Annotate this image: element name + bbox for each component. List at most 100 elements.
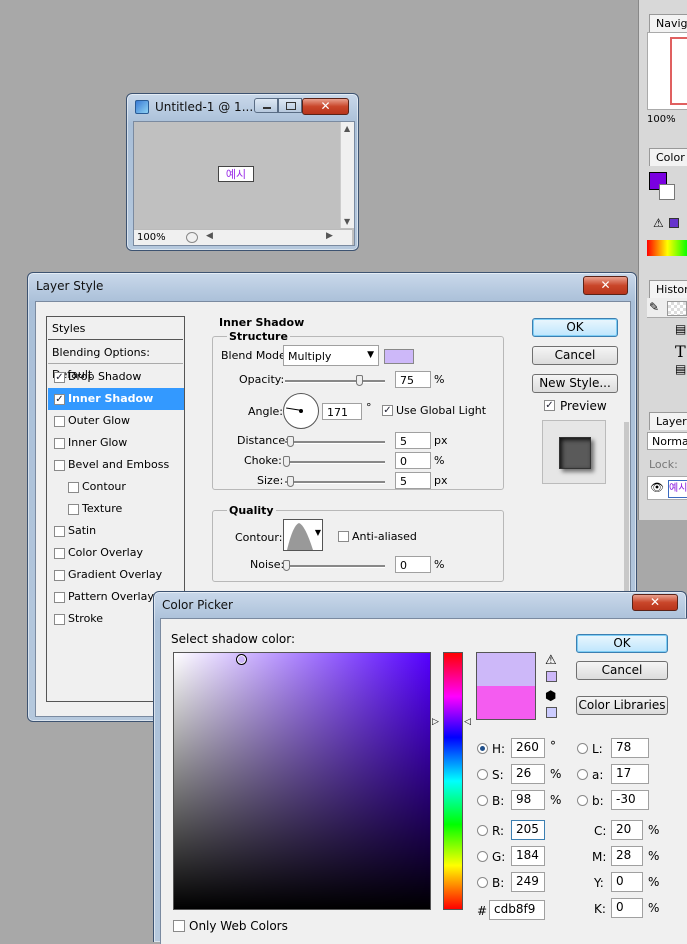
noise-slider-track[interactable]: [285, 565, 385, 568]
a-channel-input[interactable]: 17: [611, 764, 649, 784]
yellow-input[interactable]: 0: [611, 872, 643, 892]
hue-slider-right-arrow[interactable]: ◁: [464, 717, 471, 727]
saturation-input[interactable]: 26: [511, 764, 545, 784]
style-item-checkbox[interactable]: ✓: [54, 372, 65, 383]
style-item-checkbox[interactable]: [54, 592, 65, 603]
style-item[interactable]: Satin: [48, 520, 184, 542]
vertical-scrollbar[interactable]: ▲ ▼: [340, 122, 354, 228]
websafe-swatch[interactable]: [669, 218, 679, 228]
minimize-button[interactable]: [254, 98, 278, 113]
distance-input[interactable]: 5: [395, 432, 431, 449]
history-item[interactable]: ▤: [647, 322, 687, 340]
preview-checkbox[interactable]: ✓: [544, 400, 555, 411]
color-picker-dialog[interactable]: Color Picker ✕ Select shadow color: ▷ ◁ …: [153, 591, 687, 944]
navigator-view-box[interactable]: [670, 37, 687, 105]
blue-input[interactable]: 249: [511, 872, 545, 892]
history-item[interactable]: T: [647, 342, 687, 361]
a-channel-radio[interactable]: [577, 769, 588, 780]
hex-input[interactable]: cdb8f9: [489, 900, 545, 920]
history-snapshot[interactable]: ✎: [647, 298, 687, 318]
tab-layers[interactable]: Layers: [649, 412, 687, 430]
brightness-radio[interactable]: [477, 795, 488, 806]
style-item[interactable]: Contour: [48, 476, 184, 498]
hue-slider-left-arrow[interactable]: ▷: [432, 717, 439, 727]
style-item[interactable]: Outer Glow: [48, 410, 184, 432]
current-color-swatch[interactable]: [476, 686, 536, 720]
style-item-checkbox[interactable]: [54, 548, 65, 559]
style-item[interactable]: Bevel and Emboss: [48, 454, 184, 476]
scroll-left-arrow[interactable]: ◀: [206, 231, 213, 241]
color-field-cursor[interactable]: [236, 654, 247, 665]
lightness-input[interactable]: 78: [611, 738, 649, 758]
style-item-checkbox[interactable]: [68, 482, 79, 493]
green-radio[interactable]: [477, 851, 488, 862]
only-web-colors-checkbox[interactable]: [173, 920, 185, 932]
style-item[interactable]: ✓ Inner Shadow: [48, 388, 184, 410]
noise-input[interactable]: 0: [395, 556, 431, 573]
noise-slider-thumb[interactable]: [283, 560, 290, 571]
color-picker-cancel-button[interactable]: Cancel: [576, 661, 668, 680]
magenta-input[interactable]: 28: [611, 846, 643, 866]
opacity-input[interactable]: 75: [395, 371, 431, 388]
lightness-radio[interactable]: [577, 743, 588, 754]
use-global-light-checkbox[interactable]: ✓: [382, 405, 393, 416]
history-item[interactable]: ▤: [647, 362, 687, 380]
scroll-right-arrow[interactable]: ▶: [326, 231, 333, 241]
style-item[interactable]: Texture: [48, 498, 184, 520]
document-window[interactable]: Untitled-1 @ 1... ✕ 예시 ▲ ▼ 100% ◀ ▶: [126, 93, 359, 251]
hue-radio[interactable]: [477, 743, 488, 754]
layer-style-cancel-button[interactable]: Cancel: [532, 346, 618, 365]
style-item-checkbox[interactable]: [68, 504, 79, 515]
document-canvas-area[interactable]: 예시 ▲ ▼ 100% ◀ ▶: [133, 121, 355, 246]
background-color-swatch[interactable]: [659, 184, 675, 200]
black-input[interactable]: 0: [611, 898, 643, 918]
style-item-checkbox[interactable]: ✓: [54, 394, 65, 405]
web-safe-swatch[interactable]: [546, 707, 557, 718]
canvas-layer-content[interactable]: 예시: [218, 166, 254, 182]
hue-slider[interactable]: [443, 652, 463, 910]
contour-picker[interactable]: ▼: [283, 519, 323, 551]
choke-slider-thumb[interactable]: [283, 456, 290, 467]
blending-options[interactable]: Blending Options: Default: [48, 342, 183, 381]
out-of-gamut-warning-icon[interactable]: ⚠: [545, 653, 557, 668]
layer-row[interactable]: 👁 예시: [647, 476, 687, 500]
style-item-checkbox[interactable]: [54, 460, 65, 471]
layer-style-ok-button[interactable]: OK: [532, 318, 618, 337]
color-ramp[interactable]: [647, 240, 687, 256]
opacity-slider-track[interactable]: [285, 380, 385, 383]
choke-slider-track[interactable]: [285, 461, 385, 464]
navigator-thumbnail[interactable]: [647, 32, 687, 110]
tab-navigator[interactable]: Navigat: [649, 14, 687, 32]
color-picker-ok-button[interactable]: OK: [576, 634, 668, 653]
status-menu-icon[interactable]: [186, 232, 198, 243]
distance-slider-thumb[interactable]: [287, 436, 294, 447]
blue-radio[interactable]: [477, 877, 488, 888]
green-input[interactable]: 184: [511, 846, 545, 866]
blend-mode-select[interactable]: Multiply ▼: [283, 345, 379, 366]
new-style-button[interactable]: New Style...: [532, 374, 618, 393]
angle-input[interactable]: 171: [322, 403, 362, 420]
style-item-checkbox[interactable]: [54, 526, 65, 537]
b-channel-input[interactable]: -30: [611, 790, 649, 810]
size-input[interactable]: 5: [395, 472, 431, 489]
layer-style-close-button[interactable]: ✕: [583, 276, 628, 295]
styles-header[interactable]: Styles: [48, 318, 183, 340]
tab-history[interactable]: History: [649, 280, 687, 298]
angle-dial[interactable]: [283, 393, 319, 429]
zoom-level[interactable]: 100%: [137, 232, 166, 243]
layer-blend-mode[interactable]: Normal: [647, 432, 687, 450]
brightness-input[interactable]: 98: [511, 790, 545, 810]
maximize-button[interactable]: [278, 98, 302, 113]
red-input[interactable]: 205: [511, 820, 545, 840]
size-slider-track[interactable]: [285, 481, 385, 484]
b-channel-radio[interactable]: [577, 795, 588, 806]
style-item[interactable]: Inner Glow: [48, 432, 184, 454]
choke-input[interactable]: 0: [395, 452, 431, 469]
color-picker-close-button[interactable]: ✕: [632, 594, 678, 611]
tab-color[interactable]: Color: [649, 148, 687, 166]
cyan-input[interactable]: 20: [611, 820, 643, 840]
anti-aliased-checkbox[interactable]: [338, 531, 349, 542]
size-slider-thumb[interactable]: [287, 476, 294, 487]
style-item-checkbox[interactable]: [54, 614, 65, 625]
style-item[interactable]: ✓ Drop Shadow: [48, 366, 184, 388]
